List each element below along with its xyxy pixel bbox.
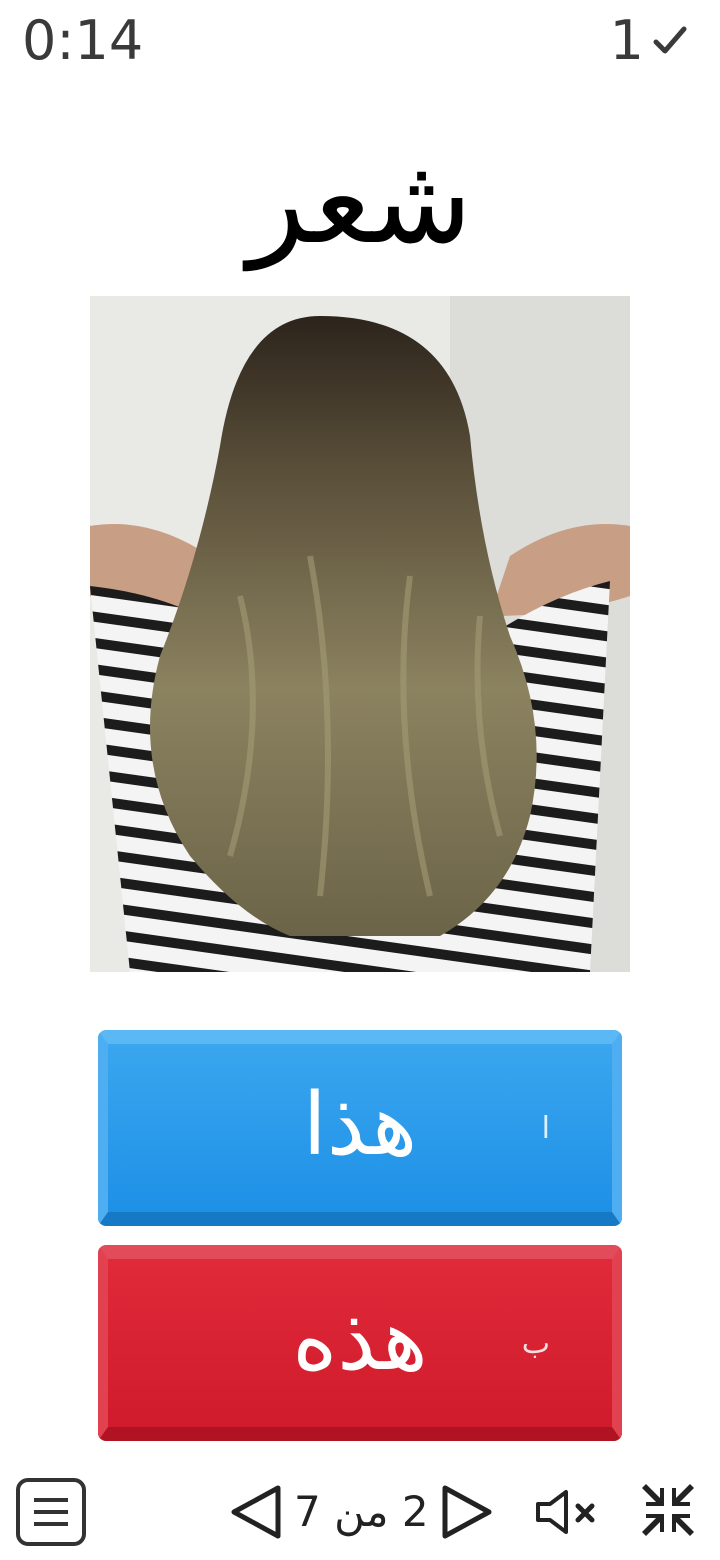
triangle-left-icon[interactable] <box>226 1482 286 1542</box>
check-icon <box>652 23 688 59</box>
question-photo <box>90 296 630 972</box>
pager: 2 من 7 <box>226 1480 497 1544</box>
answer-button-b[interactable]: هذه ب <box>98 1245 622 1441</box>
timer: 0:14 <box>22 9 144 72</box>
menu-button[interactable] <box>16 1478 86 1546</box>
question-word: شعر <box>247 132 473 271</box>
answer-label-a: هذا <box>302 1075 418 1175</box>
speaker-muted-icon <box>536 1490 595 1534</box>
collapse-icon <box>642 1484 694 1536</box>
score-display: 1 <box>610 14 688 68</box>
score-count: 1 <box>609 9 644 72</box>
answer-key-b: ب <box>521 1326 550 1361</box>
bottom-bar: 2 من 7 <box>0 1470 720 1550</box>
answer-button-a[interactable]: هذا ا <box>98 1030 622 1226</box>
menu-icon <box>34 1498 68 1526</box>
mute-button[interactable] <box>532 1486 600 1542</box>
pager-text: 2 من 7 <box>294 1487 429 1536</box>
triangle-right-icon[interactable] <box>437 1482 497 1542</box>
answer-key-a: ا <box>541 1111 550 1146</box>
collapse-button[interactable] <box>636 1478 700 1546</box>
